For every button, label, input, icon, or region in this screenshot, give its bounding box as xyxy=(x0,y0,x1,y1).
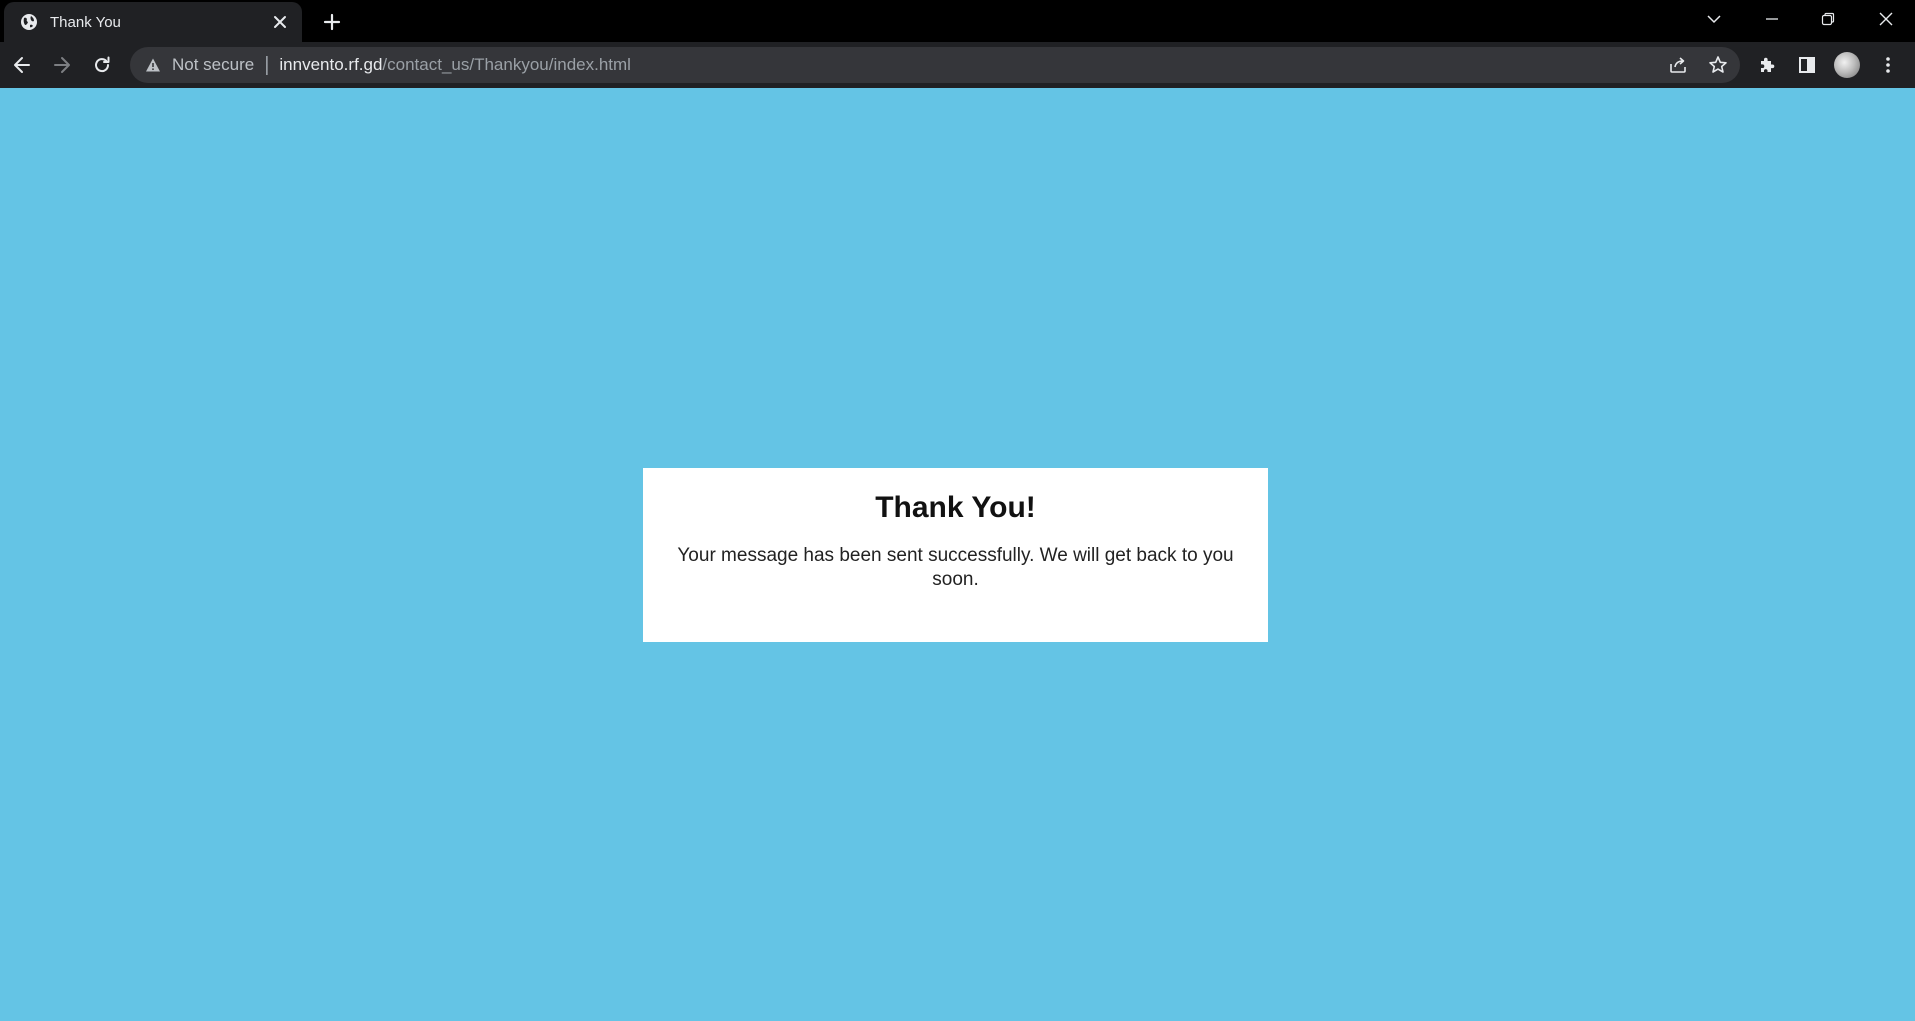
close-icon xyxy=(1879,12,1893,26)
minimize-icon xyxy=(1766,18,1778,20)
page-viewport: Thank You! Your message has been sent su… xyxy=(0,88,1915,1021)
reload-icon xyxy=(95,56,110,73)
url-host: innvento.rf.gd xyxy=(279,55,383,74)
close-window-button[interactable] xyxy=(1862,0,1910,38)
extensions-button[interactable] xyxy=(1751,49,1783,81)
profile-avatar[interactable] xyxy=(1834,52,1860,78)
back-arrow-icon xyxy=(14,57,30,73)
tab-title: Thank You xyxy=(50,13,121,31)
card-message: Your message has been sent successfully.… xyxy=(677,545,1234,590)
thank-you-card: Thank You! Your message has been sent su… xyxy=(643,468,1268,642)
card-heading: Thank You! xyxy=(875,491,1036,524)
tab-thank-you[interactable]: Thank You xyxy=(4,2,302,42)
star-icon xyxy=(1709,56,1727,73)
puzzle-icon xyxy=(1761,57,1775,72)
url-path: /contact_us/Thankyou/index.html xyxy=(382,55,631,74)
back-button[interactable] xyxy=(6,49,38,81)
warning-icon[interactable] xyxy=(144,56,162,74)
globe-icon xyxy=(20,13,38,31)
address-bar[interactable]: Not secure | innvento.rf.gd/contact_us/T… xyxy=(130,47,1740,83)
tab-close-icon[interactable] xyxy=(268,10,292,34)
restore-icon xyxy=(1821,12,1835,26)
chevron-down-icon xyxy=(1707,15,1721,24)
bookmark-button[interactable] xyxy=(1702,49,1734,81)
browser-toolbar: Not secure | innvento.rf.gd/contact_us/T… xyxy=(0,42,1915,88)
forward-button[interactable] xyxy=(46,49,78,81)
omnibox-separator: | xyxy=(264,53,270,76)
plus-icon xyxy=(323,13,341,31)
security-status-label[interactable]: Not secure xyxy=(172,55,254,75)
browser-menu-button[interactable] xyxy=(1872,49,1904,81)
restore-button[interactable] xyxy=(1804,0,1852,38)
side-panel-button[interactable] xyxy=(1791,49,1823,81)
share-icon xyxy=(1670,57,1686,73)
new-tab-button[interactable] xyxy=(318,8,346,36)
share-button[interactable] xyxy=(1662,49,1694,81)
tab-search-button[interactable] xyxy=(1690,0,1738,38)
minimize-button[interactable] xyxy=(1748,0,1796,38)
side-panel-icon xyxy=(1799,57,1815,73)
tab-strip: Thank You xyxy=(0,0,1915,42)
kebab-menu-icon xyxy=(1886,57,1890,73)
browser-window: Thank You Not secure | innvento.rf.gd /c… xyxy=(0,0,1915,1021)
reload-button[interactable] xyxy=(86,49,118,81)
forward-arrow-icon xyxy=(54,57,70,73)
